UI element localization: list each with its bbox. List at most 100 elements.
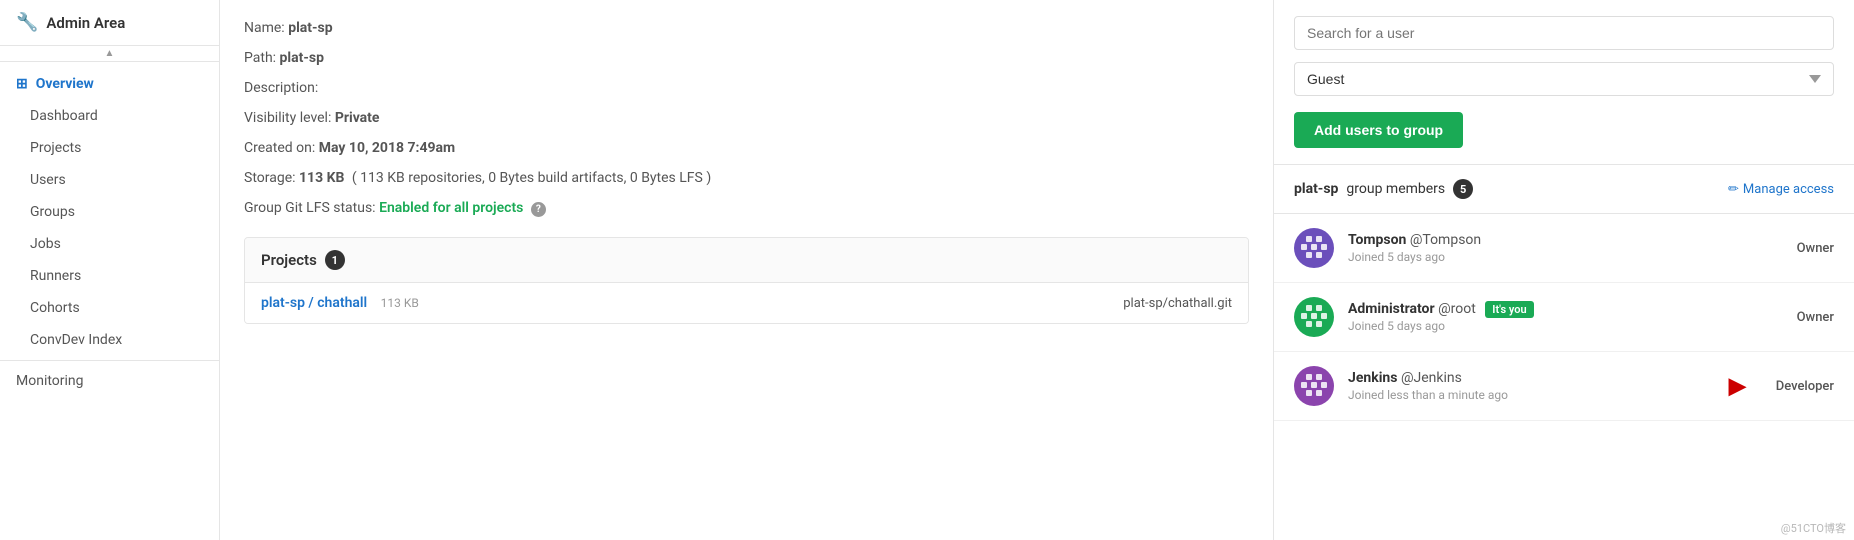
project-size: 113 KB	[381, 296, 419, 310]
sidebar-label-overview: Overview	[36, 76, 94, 92]
members-label: group members	[1346, 181, 1445, 197]
add-users-button[interactable]: Add users to group	[1294, 112, 1463, 148]
group-detail-panel: Name: plat-sp Path: plat-sp Description:…	[220, 0, 1274, 540]
search-user-input[interactable]	[1294, 16, 1834, 50]
visibility-row: Visibility level: Private	[244, 110, 1249, 126]
member-row-tompson: Tompson @Tompson Joined 5 days ago Owner	[1274, 214, 1854, 283]
sidebar-label-dashboard: Dashboard	[30, 108, 98, 124]
member-info-jenkins: Jenkins @Jenkins Joined less than a minu…	[1348, 370, 1715, 402]
admin-area-icon: 🔧	[16, 12, 38, 33]
avatar-admin	[1294, 297, 1334, 337]
members-group-name: plat-sp	[1294, 181, 1338, 197]
jenkins-role: Developer	[1776, 379, 1834, 394]
sidebar: 🔧 Admin Area ▲ ⊞ Overview Dashboard Proj…	[0, 0, 220, 540]
members-count-badge: 5	[1453, 179, 1473, 199]
member-name-tompson: Tompson @Tompson	[1348, 232, 1783, 248]
lfs-label: Group Git LFS status:	[244, 200, 376, 216]
sidebar-label-monitoring: Monitoring	[16, 373, 84, 389]
admin-role: Owner	[1797, 310, 1834, 325]
sidebar-item-jobs[interactable]: Jobs	[0, 228, 219, 260]
path-value: plat-sp	[280, 50, 324, 66]
members-section: ▶ plat-sp group members 5 ✏ Manage acces…	[1274, 165, 1854, 421]
sidebar-label-runners: Runners	[30, 268, 81, 284]
sidebar-item-convdev[interactable]: ConvDev Index	[0, 324, 219, 356]
description-label: Description:	[244, 80, 318, 96]
name-label: Name:	[244, 20, 285, 36]
scroll-indicator: ▲	[0, 46, 219, 62]
sidebar-header: 🔧 Admin Area	[0, 0, 219, 46]
member-row-admin: Administrator @root It's you Joined 5 da…	[1274, 283, 1854, 352]
storage-detail: ( 113 KB repositories, 0 Bytes build art…	[352, 170, 711, 186]
sidebar-item-users[interactable]: Users	[0, 164, 219, 196]
add-users-section: Guest Add users to group	[1274, 0, 1854, 165]
project-git-url: plat-sp/chathall.git	[1123, 296, 1232, 311]
admin-name: Administrator	[1348, 301, 1435, 317]
sidebar-label-jobs: Jobs	[30, 236, 61, 252]
avatar-tompson	[1294, 228, 1334, 268]
sidebar-label-projects: Projects	[30, 140, 81, 156]
created-label: Created on:	[244, 140, 315, 156]
manage-access-link[interactable]: ✏ Manage access	[1728, 182, 1834, 197]
jenkins-name-row: Jenkins @Jenkins	[1348, 370, 1715, 386]
projects-section: Projects 1 plat-sp / chathall 113 KB pla…	[244, 237, 1249, 324]
visibility-label: Visibility level:	[244, 110, 331, 126]
sidebar-item-cohorts[interactable]: Cohorts	[0, 292, 219, 324]
storage-value: 113 KB	[299, 170, 344, 186]
sidebar-item-projects[interactable]: Projects	[0, 132, 219, 164]
storage-label: Storage:	[244, 170, 296, 186]
name-row: Name: plat-sp	[244, 20, 1249, 36]
role-select[interactable]: Guest	[1294, 62, 1834, 96]
admin-name-row: Administrator @root It's you	[1348, 301, 1783, 317]
sidebar-label-users: Users	[30, 172, 66, 188]
sidebar-item-runners[interactable]: Runners	[0, 260, 219, 292]
projects-header: Projects 1	[245, 238, 1248, 283]
members-header: ▶ plat-sp group members 5 ✏ Manage acces…	[1274, 165, 1854, 214]
sidebar-label-cohorts: Cohorts	[30, 300, 80, 316]
developer-arrow-icon: ▶	[1729, 374, 1746, 399]
member-info-admin: Administrator @root It's you Joined 5 da…	[1348, 301, 1783, 333]
sidebar-item-groups[interactable]: Groups ◀	[0, 196, 219, 228]
tompson-username: @Tompson	[1410, 232, 1481, 248]
admin-username: @root	[1438, 301, 1476, 317]
edit-icon: ✏	[1728, 182, 1739, 197]
name-value: plat-sp	[288, 20, 332, 36]
sidebar-item-overview[interactable]: ⊞ Overview	[0, 68, 219, 100]
jenkins-username: @Jenkins	[1401, 370, 1462, 386]
right-panel: Guest Add users to group ▶ plat-sp group…	[1274, 0, 1854, 540]
main-content: Name: plat-sp Path: plat-sp Description:…	[220, 0, 1854, 540]
project-link[interactable]: plat-sp / chathall	[261, 295, 367, 311]
admin-area-title: Admin Area	[46, 14, 125, 32]
project-info: plat-sp / chathall 113 KB	[261, 295, 419, 311]
avatar-jenkins	[1294, 366, 1334, 406]
description-row: Description:	[244, 80, 1249, 96]
visibility-value: Private	[335, 110, 380, 126]
path-row: Path: plat-sp	[244, 50, 1249, 66]
tompson-joined: Joined 5 days ago	[1348, 250, 1783, 264]
projects-title: Projects	[261, 251, 317, 269]
member-info-tompson: Tompson @Tompson Joined 5 days ago	[1348, 232, 1783, 264]
grid-icon: ⊞	[16, 76, 28, 92]
tompson-role: Owner	[1797, 241, 1834, 256]
sidebar-label-groups: Groups	[30, 204, 75, 220]
sidebar-item-monitoring[interactable]: Monitoring	[0, 365, 219, 397]
jenkins-joined: Joined less than a minute ago	[1348, 388, 1715, 402]
lfs-value: Enabled for all projects	[379, 200, 523, 216]
watermark: @51CTO博客	[1781, 520, 1846, 536]
created-value: May 10, 2018 7:49am	[319, 140, 455, 156]
storage-row: Storage: 113 KB ( 113 KB repositories, 0…	[244, 170, 1249, 186]
sidebar-item-dashboard[interactable]: Dashboard	[0, 100, 219, 132]
projects-count-badge: 1	[325, 250, 345, 270]
members-title: ▶ plat-sp group members 5	[1294, 179, 1473, 199]
its-you-badge: It's you	[1485, 301, 1533, 318]
tompson-name: Tompson	[1348, 232, 1406, 248]
sidebar-nav: ⊞ Overview Dashboard Projects Users Grou…	[0, 62, 219, 403]
lfs-info-icon[interactable]: ?	[531, 202, 546, 217]
sidebar-divider	[0, 360, 219, 361]
jenkins-name: Jenkins	[1348, 370, 1397, 386]
manage-access-label: Manage access	[1743, 182, 1834, 197]
lfs-row: Group Git LFS status: Enabled for all pr…	[244, 200, 1249, 217]
member-row-jenkins: ▶	[1274, 352, 1854, 421]
path-label: Path:	[244, 50, 276, 66]
admin-joined: Joined 5 days ago	[1348, 319, 1783, 333]
sidebar-label-convdev: ConvDev Index	[30, 332, 122, 348]
